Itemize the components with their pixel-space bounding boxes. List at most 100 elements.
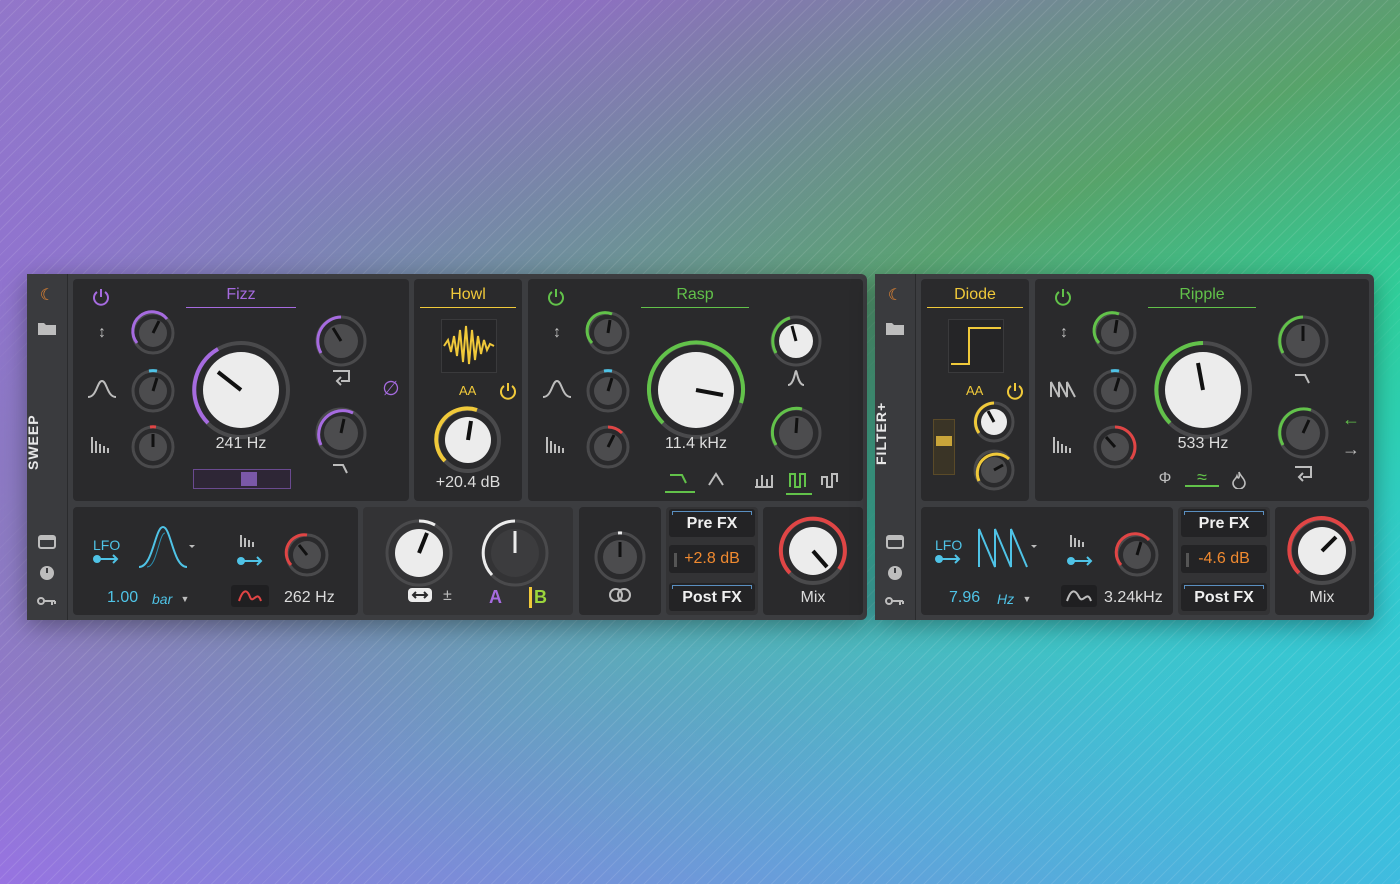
arrow-right-icon[interactable]: → [1341,440,1361,458]
stereo-link-icon[interactable] [607,587,633,607]
rasp-small-knob-2[interactable] [584,367,632,415]
ab-width-knob[interactable] [383,517,455,589]
howl-gain-knob[interactable] [433,405,503,475]
diode-level-slider[interactable] [933,419,955,475]
sample-icon[interactable] [239,533,259,553]
key-icon[interactable] [37,594,57,612]
rasp-highpass-icon[interactable] [665,471,695,493]
sample-arrow-icon[interactable] [1067,555,1095,571]
folder-icon[interactable] [885,320,905,340]
sample-arrow-icon[interactable] [237,555,265,571]
ripple-updown-icon[interactable]: ↕ [1054,325,1074,341]
pre-fx-button[interactable]: Pre FX [1181,509,1267,537]
rasp-small-knob-1[interactable] [584,309,632,357]
diode-aa-label[interactable]: AA [966,383,983,398]
ripple-power-icon[interactable] [1053,288,1073,310]
moon-icon[interactable]: ☾ [37,288,57,304]
sample-icon[interactable] [1069,533,1089,553]
power-icon[interactable] [91,288,111,310]
rasp-noise-icon[interactable] [545,435,565,459]
ripple-small-knob-2[interactable] [1091,367,1139,415]
key-icon[interactable] [885,594,905,612]
mix-knob[interactable] [777,515,849,587]
post-fx-button[interactable]: Post FX [669,583,755,611]
swap-icon[interactable] [407,587,433,607]
ripple-noise-icon[interactable] [1052,435,1072,459]
lfo-freq-knob[interactable] [1113,531,1161,579]
fizz-small-knob-3[interactable] [129,423,177,471]
loop-icon[interactable] [331,369,351,391]
rasp-peak-icon[interactable] [786,369,806,391]
howl-power-icon[interactable] [498,382,518,404]
lfo-freq-knob[interactable] [283,531,331,579]
lfo-rate-unit[interactable]: bar [152,591,172,607]
diode-level-handle[interactable] [936,436,952,446]
rasp-updown-icon[interactable]: ↕ [547,325,567,341]
envelope-shape-button[interactable] [231,585,269,607]
lfo-rate-unit[interactable]: Hz [997,591,1014,607]
lfo-shape-display[interactable] [977,525,1041,569]
phase-icon[interactable]: ∅ [381,379,401,399]
ripple-loop-icon[interactable] [1293,465,1313,487]
approx-icon[interactable]: ≈ [1185,468,1219,487]
clock-icon[interactable] [37,564,57,586]
ripple-right-knob-1[interactable] [1275,313,1331,369]
ripple-small-knob-3[interactable] [1091,423,1139,471]
flame-icon[interactable] [1229,471,1249,493]
plusminus-label[interactable]: ± [443,587,452,605]
fx-gain-field[interactable]: -4.6 dB [1181,545,1267,573]
window-icon[interactable] [37,534,57,554]
noise-icon[interactable] [90,435,110,459]
moon-icon[interactable]: ☾ [885,288,905,304]
pre-fx-button[interactable]: Pre FX [669,509,755,537]
clock-icon[interactable] [885,564,905,586]
window-icon[interactable] [885,534,905,554]
lfo-shape-display[interactable] [137,525,195,569]
fizz-small-knob-1[interactable] [129,309,177,357]
rasp-square-wave-icon[interactable] [786,471,812,495]
rasp-small-knob-3[interactable] [584,423,632,471]
fizz-right-knob-2[interactable] [313,405,369,461]
lfo-rate-value[interactable]: 7.96 [949,589,980,607]
howl-aa-label[interactable]: AA [459,383,476,398]
stereo-knob[interactable] [592,529,648,585]
ab-a-label[interactable]: A [489,587,502,608]
ripple-small-knob-1[interactable] [1091,309,1139,357]
updown-arrow-icon[interactable]: ↕ [92,325,112,341]
saw-wave-icon[interactable] [1049,379,1079,403]
ab-b-label[interactable]: B [529,587,547,608]
rasp-step-wave-icon[interactable] [820,471,840,493]
lfo-rate-value[interactable]: 1.00 [107,589,138,607]
fizz-right-knob-1[interactable] [313,313,369,369]
arrow-left-icon[interactable]: ← [1341,410,1361,428]
fizz-main-knob[interactable] [188,337,294,443]
rasp-bandpass-icon[interactable] [706,471,726,491]
diode-drive-knob[interactable] [971,399,1017,445]
phi-icon[interactable]: Φ [1155,471,1175,487]
envelope-shape-button[interactable] [1061,585,1097,607]
bell-curve-icon[interactable] [87,379,117,403]
ab-morph-knob[interactable] [479,517,551,589]
ripple-main-knob[interactable] [1150,337,1256,443]
fx-gain-field[interactable]: +2.8 dB [669,545,755,573]
rate-dropdown-icon[interactable]: ▼ [175,591,195,607]
lowpass-curve-icon[interactable] [331,461,351,481]
rasp-comb-icon[interactable] [754,471,774,493]
ripple-lowpass-icon[interactable] [1293,371,1313,391]
post-fx-button[interactable]: Post FX [1181,583,1267,611]
folder-icon[interactable] [37,320,57,340]
rasp-main-knob[interactable] [643,337,749,443]
fizz-small-knob-2[interactable] [129,367,177,415]
mix-knob[interactable] [1286,515,1358,587]
fizz-range-slider[interactable] [193,469,291,489]
rate-dropdown-icon[interactable]: ▼ [1017,591,1037,607]
ripple-right-knob-2[interactable] [1275,405,1331,461]
lfo-arrow-icon[interactable] [93,553,121,569]
lfo-arrow-icon[interactable] [935,553,963,569]
fizz-range-handle[interactable] [241,472,257,486]
rasp-right-knob-2[interactable] [768,405,824,461]
rasp-power-icon[interactable] [546,288,566,310]
diode-bias-knob[interactable] [971,447,1017,493]
rasp-bell-icon[interactable] [542,379,572,403]
rasp-right-knob-1[interactable] [768,313,824,369]
